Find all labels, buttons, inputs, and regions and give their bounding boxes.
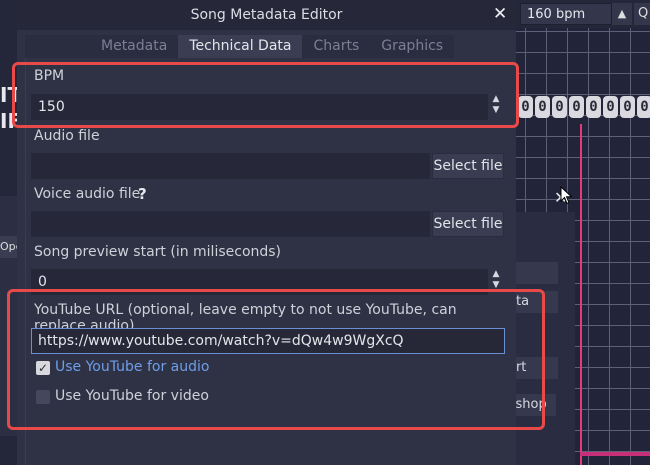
audio-select-file-button[interactable]: Select file [432,153,504,179]
q-button[interactable]: Q [634,3,650,25]
digit: 0 [535,96,550,118]
highlight-box-youtube [7,289,545,430]
playhead-line [580,124,582,465]
right-button-1[interactable]: g [516,262,558,284]
tab-charts[interactable]: Charts [302,35,371,58]
digit-display: 0 0 0 0 0 0 0 0 [518,96,650,118]
dialog-titlebar[interactable]: Song Metadata Editor ✕ [17,0,516,30]
mouse-cursor-icon [560,186,573,205]
digit: 0 [603,96,618,118]
bpm-display-field[interactable]: 160 bpm [520,3,612,25]
tab-graphics[interactable]: Graphics [370,35,455,58]
digit: 0 [637,96,650,118]
digit: 0 [569,96,584,118]
dialog-tabs: Metadata Technical Data Charts Graphics [25,35,505,58]
dialog-title: Song Metadata Editor [190,7,343,23]
updown-icon[interactable]: ▲ [612,3,632,25]
timeline-marker [580,452,650,456]
audio-file-input[interactable] [31,153,430,179]
audio-file-label: Audio file [34,128,100,144]
highlight-box-bpm [12,62,519,128]
tab-technical-data[interactable]: Technical Data [178,35,303,58]
digit: 0 [620,96,635,118]
help-icon[interactable]: ? [138,185,147,203]
digit: 0 [518,96,533,118]
voice-select-file-button[interactable]: Select file [432,211,504,237]
voice-audio-file-label: Voice audio file [34,186,141,202]
close-icon[interactable]: ✕ [493,4,507,24]
song-preview-label: Song preview start (in miliseconds) [34,244,282,260]
voice-audio-file-input[interactable] [31,211,430,237]
tab-metadata[interactable]: Metadata [25,35,179,58]
digit: 0 [586,96,601,118]
digit: 0 [552,96,567,118]
